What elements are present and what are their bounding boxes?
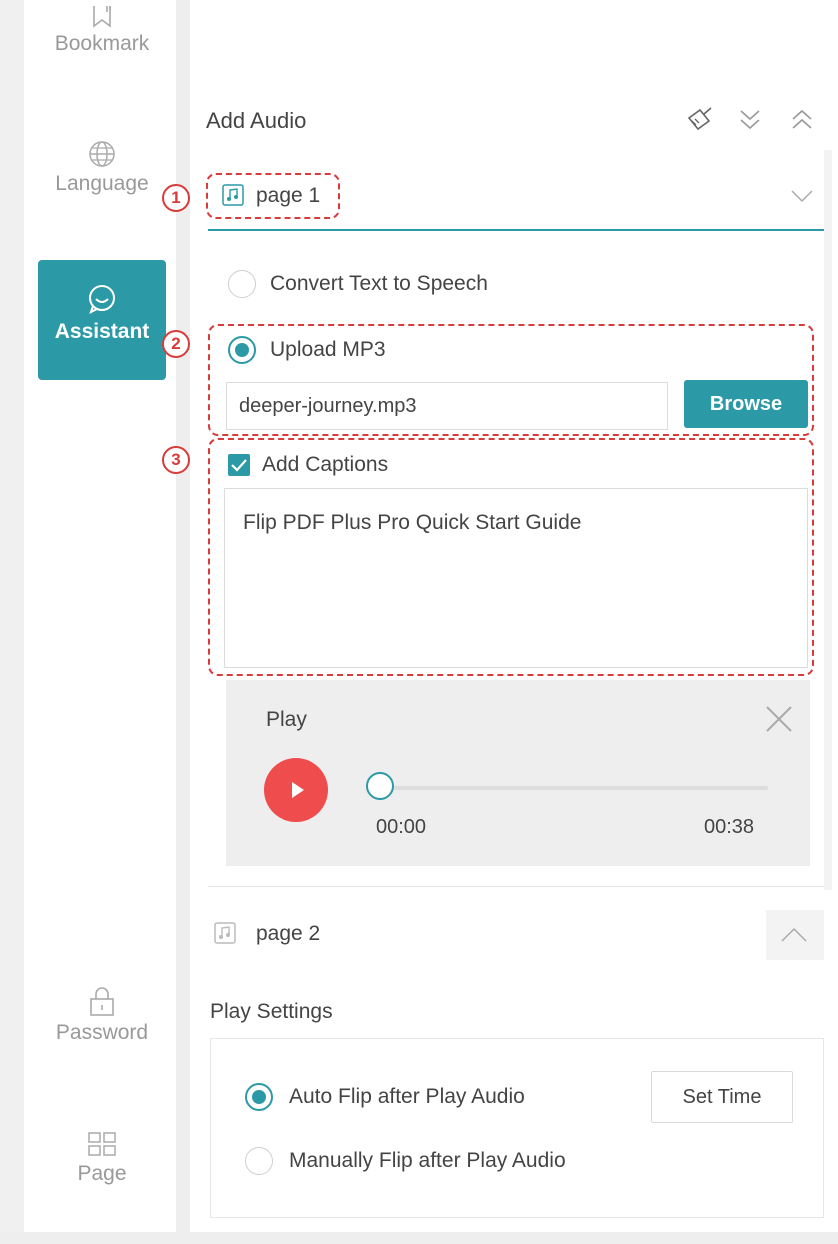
panel-scrollbar[interactable]	[824, 150, 832, 890]
auto-flip-label: Auto Flip after Play Audio	[289, 1085, 525, 1108]
seek-handle[interactable]	[366, 772, 394, 800]
sidebar-item-label: Bookmark	[54, 32, 150, 55]
manual-flip-label: Manually Flip after Play Audio	[289, 1149, 566, 1172]
page2-toggle[interactable]	[766, 910, 824, 960]
player-title: Play	[266, 708, 307, 731]
bookmark-icon	[93, 6, 111, 28]
sidebar-item-label: Page	[77, 1162, 127, 1185]
close-icon[interactable]	[764, 704, 794, 734]
sidebar-item-label: Language	[55, 172, 149, 195]
play-icon	[292, 782, 304, 798]
sidebar-item-page[interactable]: Page	[38, 1130, 166, 1210]
sidebar-item-label: Password	[55, 1021, 149, 1044]
seek-track[interactable]	[366, 786, 768, 790]
music-note-icon	[214, 922, 236, 944]
chevron-up-icon	[781, 927, 807, 942]
globe-icon	[89, 141, 115, 167]
sidebar-item-assistant[interactable]: Assistant	[38, 260, 166, 380]
sidebar-item-label: Assistant	[54, 320, 150, 343]
annotation-box-1	[206, 173, 340, 219]
sidebar-item-language[interactable]: Language	[38, 140, 166, 220]
convert-text-to-speech-label: Convert Text to Speech	[270, 272, 488, 295]
page2-accordion-header[interactable]: page 2	[208, 910, 824, 960]
sidebar-item-bookmark[interactable]: Bookmark	[38, 0, 166, 70]
play-button[interactable]	[264, 758, 328, 822]
annotation-box-2	[208, 324, 814, 436]
sidebar-item-password[interactable]: Password	[38, 985, 166, 1065]
expand-all-icon[interactable]	[736, 106, 764, 134]
collapse-all-icon[interactable]	[788, 106, 816, 134]
lock-icon	[90, 987, 114, 1016]
total-time: 00:38	[704, 816, 755, 838]
grid-icon	[88, 1132, 116, 1156]
set-time-button[interactable]: Set Time	[651, 1071, 793, 1123]
manual-flip-radio[interactable]	[245, 1147, 273, 1175]
convert-text-to-speech-radio[interactable]	[228, 270, 256, 298]
callout-2: 2	[162, 330, 190, 358]
callout-1: 1	[162, 184, 190, 212]
chat-icon	[89, 285, 115, 314]
current-time: 00:00	[376, 816, 427, 838]
clear-broom-icon[interactable]	[684, 104, 714, 134]
section-divider	[208, 886, 824, 887]
page1-active-underline	[208, 229, 824, 231]
chevron-down-icon	[791, 190, 813, 203]
annotation-box-3	[208, 438, 814, 676]
audio-player: Play 00:00 00:38	[226, 680, 810, 866]
window-frame-left	[0, 0, 24, 1244]
page2-label: page 2	[256, 922, 321, 945]
panel-title: Add Audio	[206, 108, 307, 133]
auto-flip-radio[interactable]	[245, 1083, 273, 1111]
add-audio-panel: Add Audio page 1 Convert Text to Speech …	[190, 0, 838, 1232]
window-frame-bottom	[0, 1232, 838, 1244]
play-settings-box: Auto Flip after Play Audio Set Time Manu…	[210, 1038, 824, 1218]
sidebar: Bookmark Language Assistant Password Pag…	[24, 0, 176, 1244]
play-settings-title: Play Settings	[210, 1000, 333, 1023]
callout-3: 3	[162, 446, 190, 474]
